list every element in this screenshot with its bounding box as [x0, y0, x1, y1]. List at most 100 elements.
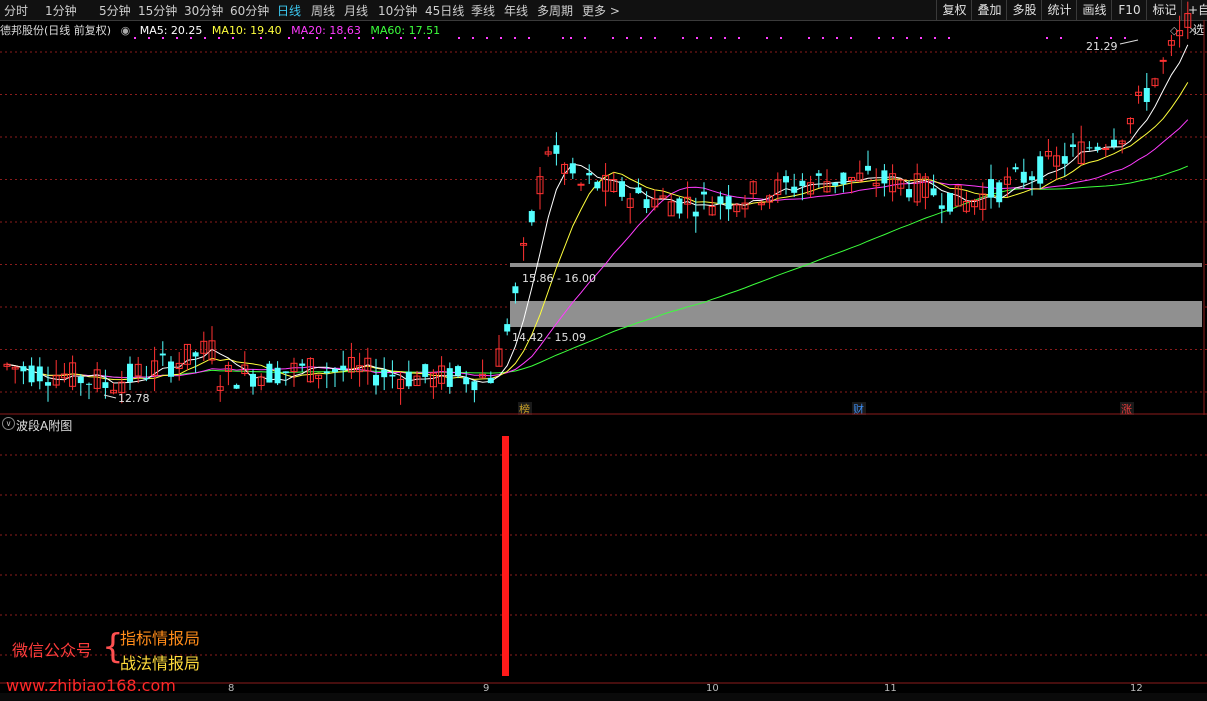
- promo-line-1: 指标情报局: [120, 629, 201, 648]
- marker-dot: [626, 37, 628, 39]
- marker-dot: [808, 37, 810, 39]
- candle-body: [504, 324, 511, 332]
- svg-text:榜: 榜: [519, 402, 530, 415]
- candle-body: [266, 363, 273, 383]
- candle-body: [1102, 147, 1110, 150]
- candle-body: [577, 183, 585, 186]
- marker-dot: [528, 37, 530, 39]
- marker-dot: [766, 37, 768, 39]
- candle-body: [299, 363, 306, 366]
- date-tick: 11: [884, 683, 897, 693]
- marker-dot: [358, 37, 360, 39]
- marker-dot: [458, 37, 460, 39]
- marker-dot: [934, 37, 936, 39]
- marker-dot: [696, 37, 698, 39]
- candle-body: [1111, 139, 1117, 147]
- candle-body: [28, 365, 35, 383]
- svg-text:财: 财: [853, 402, 864, 415]
- candle-body: [381, 369, 388, 378]
- candle-body: [594, 181, 601, 189]
- event-marker[interactable]: 涨: [1120, 402, 1134, 415]
- candle-body: [553, 145, 560, 154]
- marker-dot: [428, 37, 430, 39]
- candle-body: [332, 369, 338, 373]
- candle-body: [619, 181, 625, 197]
- marker-dot: [920, 37, 922, 39]
- zone-upper-label: 15.86 - 16.00: [522, 272, 596, 285]
- candle-body: [865, 165, 871, 171]
- marker-dot: [1124, 37, 1126, 39]
- marker-dot: [836, 37, 838, 39]
- marker-dot: [906, 37, 908, 39]
- candle-body: [1159, 59, 1167, 62]
- marker-dot: [724, 37, 726, 39]
- marker-dot: [584, 37, 586, 39]
- marker-dot: [330, 37, 332, 39]
- marker-dot: [738, 37, 740, 39]
- candle-body: [635, 187, 642, 194]
- marker-dot: [850, 37, 852, 39]
- ma20-line: [6, 119, 1189, 379]
- candle-body: [282, 371, 289, 374]
- candle-body: [373, 374, 379, 386]
- candle-body: [791, 186, 798, 193]
- candle-body: [463, 377, 470, 385]
- candle-body: [947, 192, 953, 212]
- promo-line-2: 战法情报局: [120, 654, 201, 673]
- marker-dot: [372, 37, 374, 39]
- marker-dot: [570, 37, 572, 39]
- status-bar: [0, 693, 1207, 701]
- event-marker[interactable]: 财: [852, 402, 866, 415]
- candle-body: [676, 198, 683, 214]
- candle-body: [274, 367, 281, 384]
- candle-body: [840, 172, 847, 185]
- marker-dot: [1110, 37, 1112, 39]
- marker-dot: [232, 37, 234, 39]
- marker-dot: [640, 37, 642, 39]
- high-price-label: 21.29: [1086, 40, 1118, 53]
- zone-lower-label: 14.42 - 15.09: [512, 331, 586, 344]
- candle-body: [799, 180, 806, 187]
- marker-dot: [514, 37, 516, 39]
- candle-body: [717, 196, 724, 204]
- candle-body: [938, 205, 945, 209]
- candle-body: [1020, 171, 1027, 183]
- event-marker[interactable]: 榜: [518, 402, 532, 415]
- marker-dot: [612, 37, 614, 39]
- candle-body: [1061, 156, 1068, 164]
- marker-dot: [204, 37, 206, 39]
- candle-body: [340, 365, 347, 371]
- wechat-label: 微信公众号: [12, 641, 93, 660]
- candle-body: [1143, 87, 1150, 102]
- date-tick: 12: [1130, 683, 1143, 693]
- marker-dot: [134, 37, 136, 39]
- marker-dot: [892, 37, 894, 39]
- candle-body: [701, 191, 707, 195]
- marker-dot: [344, 37, 346, 39]
- candle-body: [143, 378, 150, 380]
- candle-body: [159, 353, 166, 356]
- marker-dot: [176, 37, 178, 39]
- price-zone: [510, 301, 1202, 327]
- candle-body: [881, 170, 888, 184]
- candle-body: [1037, 156, 1044, 184]
- svg-text:涨: 涨: [1121, 403, 1132, 415]
- candle-body: [725, 196, 732, 210]
- low-price-label: 12.78: [118, 392, 150, 405]
- candle-body: [323, 371, 330, 374]
- marker-dot: [288, 37, 290, 39]
- candle-body: [20, 366, 27, 372]
- marker-dot: [486, 37, 488, 39]
- date-tick: 9: [483, 683, 489, 693]
- marker-dot: [386, 37, 388, 39]
- candle-body: [692, 211, 699, 217]
- candle-body: [389, 374, 396, 377]
- candle-body: [1029, 176, 1035, 181]
- marker-dot: [218, 37, 220, 39]
- candle-body: [643, 199, 650, 208]
- kline-chart[interactable]: 21.29 12.78 15.86 - 16.00 14.42 - 15.09 …: [0, 0, 1207, 415]
- candle-body: [405, 371, 412, 387]
- marker-dot: [316, 37, 318, 39]
- candle-body: [471, 381, 478, 391]
- candle-body: [127, 363, 133, 382]
